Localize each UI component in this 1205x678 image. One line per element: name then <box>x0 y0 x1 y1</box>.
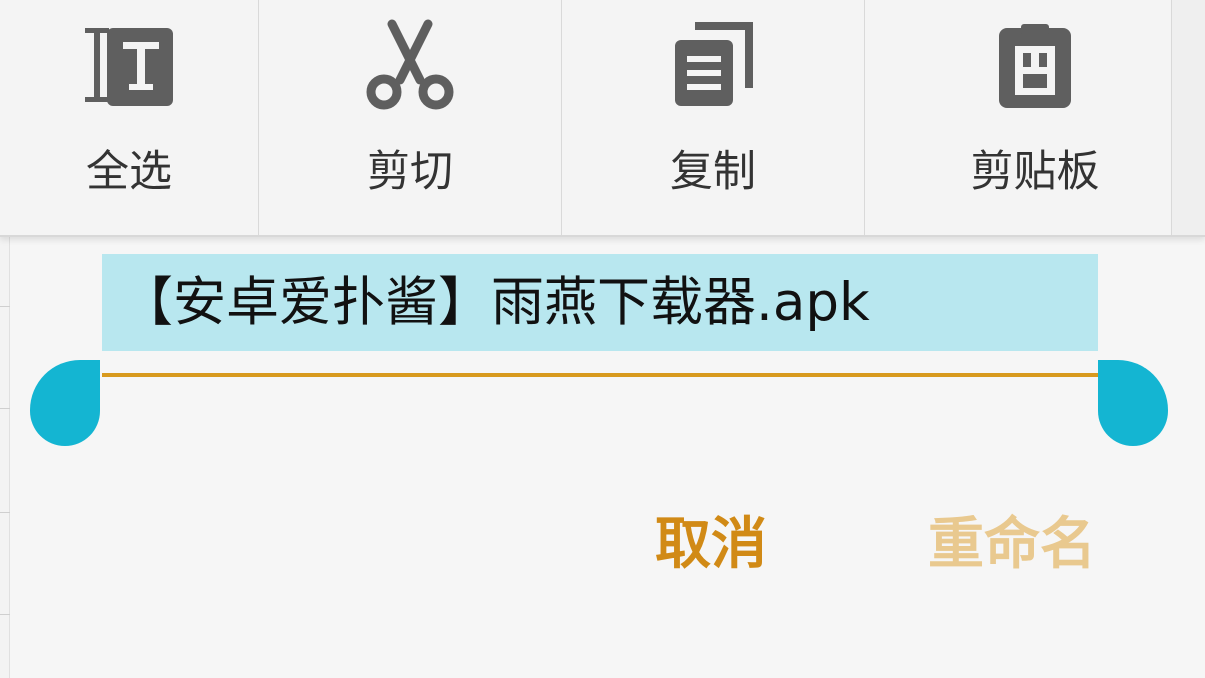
cut-button[interactable]: 剪切 <box>259 0 562 235</box>
edge-divider <box>0 408 10 409</box>
clipboard-label: 剪贴板 <box>970 147 1100 197</box>
clipboard-icon <box>987 18 1083 114</box>
copy-label: 复制 <box>670 147 756 197</box>
filename-input[interactable]: 【安卓爱扑酱】雨燕下载器.apk <box>102 254 1098 351</box>
select-all-icon <box>81 18 177 114</box>
input-underline <box>102 373 1098 377</box>
select-all-label: 全选 <box>86 147 172 197</box>
text-selection-toolbar: 全选 剪切 复制 剪贴板 <box>0 0 1205 237</box>
cut-icon <box>362 18 458 114</box>
select-all-button[interactable]: 全选 <box>0 0 259 235</box>
rename-button[interactable]: 重命名 <box>928 505 1123 585</box>
edge-divider <box>0 512 10 513</box>
clipboard-button[interactable]: 剪贴板 <box>865 0 1205 235</box>
toolbar-overflow-edge <box>1171 0 1205 235</box>
cut-label: 剪切 <box>367 147 453 197</box>
copy-icon <box>665 18 761 114</box>
cancel-button[interactable]: 取消 <box>655 505 785 585</box>
background-edge <box>0 236 10 678</box>
copy-button[interactable]: 复制 <box>562 0 865 235</box>
edge-divider <box>0 614 10 615</box>
edge-divider <box>0 306 10 307</box>
